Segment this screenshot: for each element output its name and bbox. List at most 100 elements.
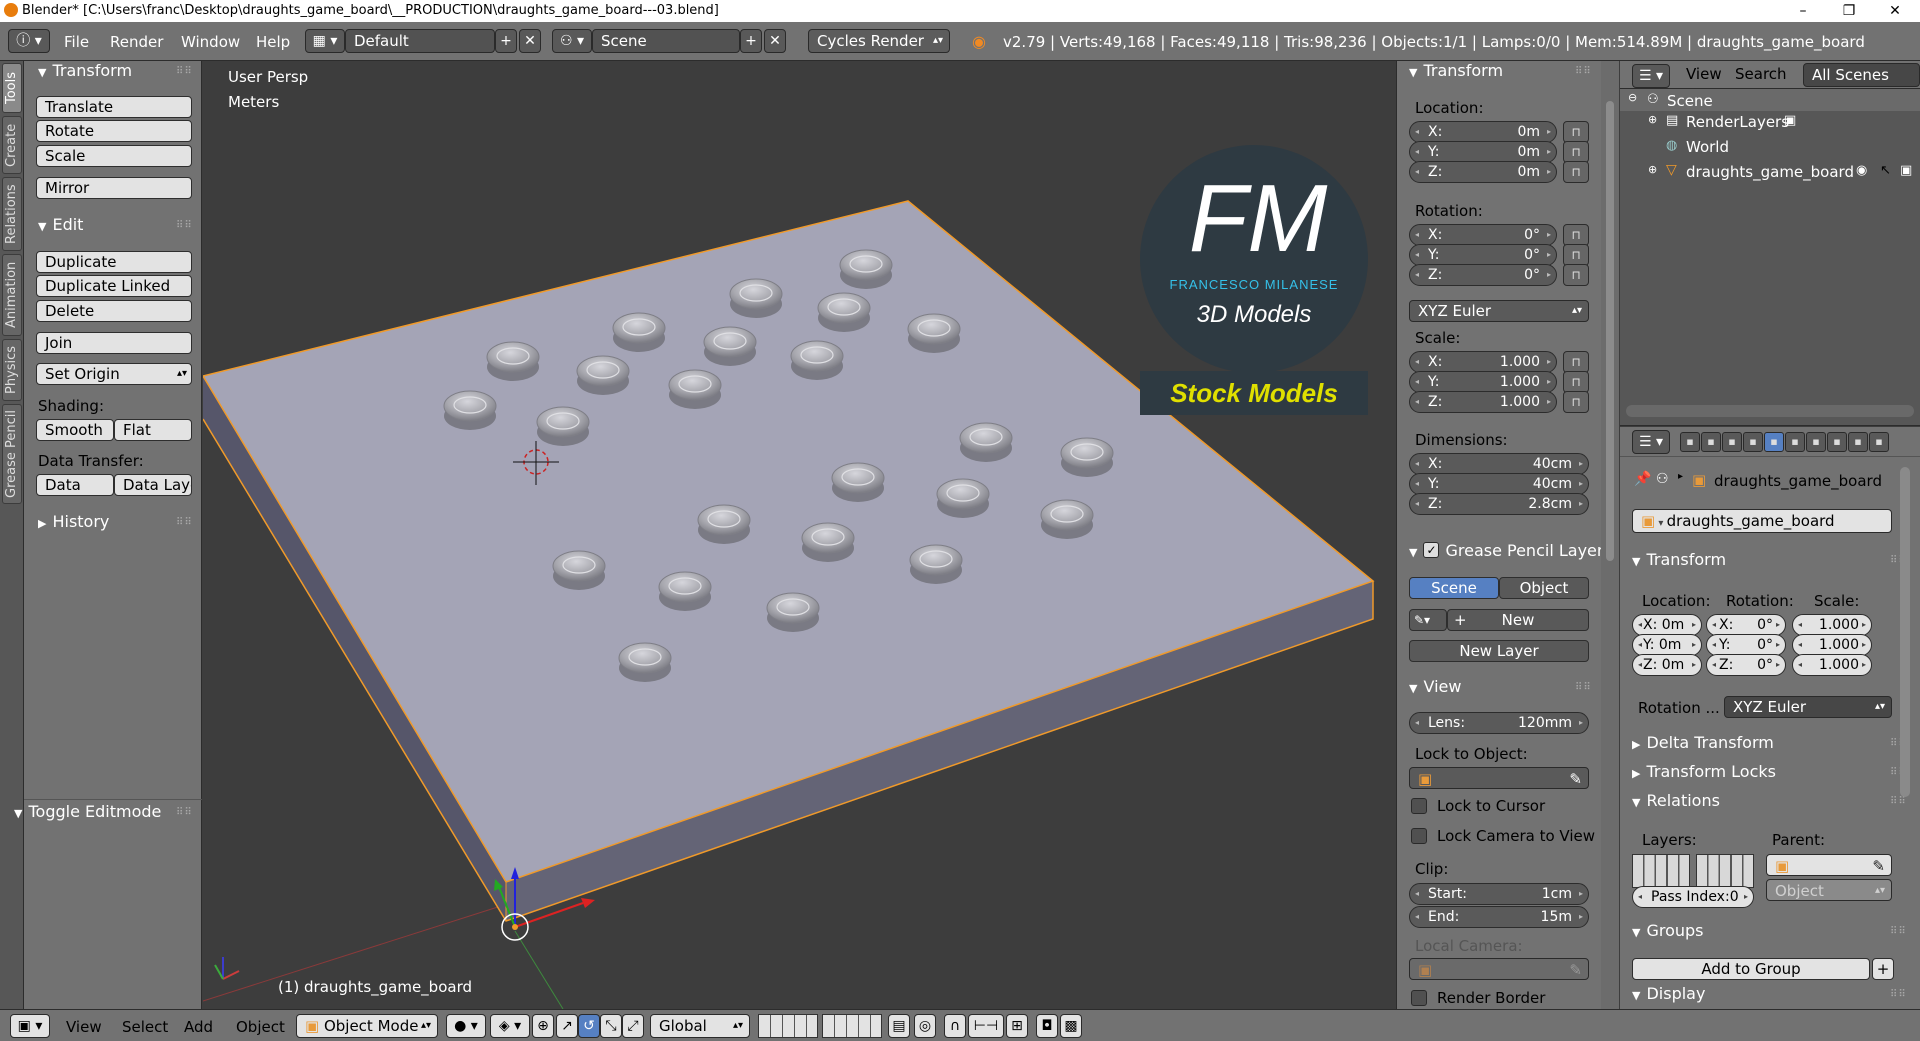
rotate-button[interactable]: Rotate [36,120,192,142]
layer-buttons-a[interactable] [758,1014,818,1038]
lock-icon[interactable]: ⊓ [1563,244,1589,266]
translate-button[interactable]: Translate [36,96,192,118]
add-scene-icon[interactable]: + [740,29,762,53]
lock-icon[interactable]: ⊓ [1563,121,1589,143]
scale-0-field[interactable]: ◂ X: 1.000 ▸ [1409,351,1557,373]
outliner-item-world[interactable]: World [1686,138,1729,156]
pass-index-field[interactable]: ◂ Pass Index:0 ▸ [1632,886,1754,908]
new-layer-button[interactable]: New Layer [1409,640,1589,662]
minimize-button[interactable]: – [1780,0,1826,22]
scale-1-field[interactable]: ◂ Y: 1.000 ▸ [1409,371,1557,393]
history-panel-header[interactable]: ▶ History [38,512,109,531]
world-tab-icon[interactable]: ▪ [1743,432,1763,452]
smooth-button[interactable]: Smooth [36,419,114,441]
local-camera-field[interactable]: ▣ ✎ [1409,958,1589,980]
opengl-anim-icon[interactable]: ▩ [1060,1014,1082,1038]
parent-type-select[interactable]: Object ▴▾ [1766,879,1892,901]
menu-render[interactable]: Render [110,33,163,51]
panel-grip-icon[interactable]: ⠿⠿ [1575,66,1592,77]
panel-grip-icon[interactable]: ⠿⠿ [1890,989,1907,1000]
panel-grip-icon[interactable]: ⠿⠿ [176,807,193,818]
render-layers-tab-icon[interactable]: ▪ [1701,432,1721,452]
transform-panel-header[interactable]: ▼ Transform [38,61,132,80]
expand-icon[interactable]: ⊕ [1648,163,1657,176]
outliner-view-menu[interactable]: View [1686,65,1722,83]
editor-type-icon[interactable]: ⓘ ▾ [8,29,50,53]
rotation-mode-select[interactable]: XYZ Euler ▴▾ [1409,300,1589,322]
close-button[interactable]: ✕ [1872,0,1918,22]
outliner-search-menu[interactable]: Search [1735,65,1787,83]
scene-field[interactable]: Scene [592,29,740,53]
remove-layout-icon[interactable]: ✕ [519,29,541,53]
add-layout-icon[interactable]: + [495,29,517,53]
clip-end-field[interactable]: ◂ End: 15m ▸ [1409,906,1589,928]
props-location-2[interactable]: ◂ Z: 0m ▸ [1632,654,1702,676]
panel-grip-icon[interactable]: ⠿⠿ [176,517,193,528]
grease-object-button[interactable]: Object [1499,577,1589,599]
lock-icon[interactable]: ⊓ [1563,224,1589,246]
n-transform-header[interactable]: ▼ Transform [1409,61,1503,80]
props-scale-1[interactable]: ◂ 1.000 ▸ [1792,634,1872,656]
proportional-edit-icon[interactable]: ◎ [914,1014,936,1038]
props-rotation-0[interactable]: ◂ X: 0° ▸ [1706,614,1786,636]
lock-object-field[interactable]: ▣ ✎ [1409,767,1589,789]
manipulator-toggle-icon[interactable]: ⊕ [532,1014,554,1038]
transform-locks-header[interactable]: ▶ Transform Locks [1632,762,1776,781]
layer-buttons-b[interactable] [822,1014,882,1038]
scene-tab-icon[interactable]: ▪ [1722,432,1742,452]
menu-view[interactable]: View [66,1018,102,1036]
viewport-shading-icon[interactable]: ● ▾ [446,1014,486,1038]
scale-button[interactable]: Scale [36,145,192,167]
set-origin-select[interactable]: Set Origin ▴▾ [36,363,192,385]
props-scale-2[interactable]: ◂ 1.000 ▸ [1792,654,1872,676]
dimension-2-field[interactable]: ◂ Z: 2.8cm ▸ [1409,493,1589,515]
dimension-1-field[interactable]: ◂ Y: 40cm ▸ [1409,473,1589,495]
relations-header[interactable]: ▼ Relations [1632,791,1720,810]
lock-camera-checkbox[interactable] [1411,828,1427,844]
eye-icon[interactable]: ◉ [1856,163,1867,178]
opengl-render-icon[interactable]: ◘ [1036,1014,1058,1038]
panel-grip-icon[interactable]: ⠿⠿ [1575,682,1592,693]
mode-select[interactable]: ▣ Object Mode ▴▾ [296,1014,438,1038]
props-rotation-mode-select[interactable]: XYZ Euler ▴▾ [1724,696,1892,718]
grease-pencil-header[interactable]: ▼ ✓ Grease Pencil Layer [1409,541,1603,560]
groups-header[interactable]: ▼ Groups [1632,921,1704,940]
props-location-1[interactable]: ◂ Y: 0m ▸ [1632,634,1702,656]
expand-icon[interactable]: ⊕ [1648,113,1657,126]
transform-manipulator-icon[interactable]: ⤢ [622,1014,644,1038]
rotation-1-field[interactable]: ◂ Y: 0° ▸ [1409,244,1557,266]
scale-manipulator-icon[interactable]: ⤡ [600,1014,622,1038]
pencil-icon[interactable]: ✎▾ [1409,609,1447,631]
orientation-select[interactable]: Global ▴▾ [650,1014,750,1038]
outliner-item-renderlayers[interactable]: RenderLayers [1686,113,1789,131]
tab-tools[interactable]: Tools [2,63,22,113]
toggle-editmode-header[interactable]: ▼ Toggle Editmode [14,802,161,821]
constraints-tab-icon[interactable]: ▪ [1785,432,1805,452]
texture-tab-icon[interactable]: ▪ [1869,432,1889,452]
cursor-select-icon[interactable]: ↖ [1880,163,1891,178]
grease-scene-button[interactable]: Scene [1409,577,1499,599]
new-gpencil-button[interactable]: + New [1447,609,1589,631]
screen-layout-field[interactable]: Default [345,29,495,53]
outliner-editor-icon[interactable]: ☰ ▾ [1632,64,1670,88]
pin-icon[interactable]: 📌 [1634,471,1651,487]
expand-icon[interactable]: ⊖ [1628,91,1637,104]
tab-physics[interactable]: Physics [2,339,22,401]
props-scale-0[interactable]: ◂ 1.000 ▸ [1792,614,1872,636]
scale-2-field[interactable]: ◂ Z: 1.000 ▸ [1409,391,1557,413]
render-engine-select[interactable]: Cycles Render ▴▾ [808,29,950,53]
menu-object[interactable]: Object [236,1018,285,1036]
location-1-field[interactable]: ◂ Y: 0m ▸ [1409,141,1557,163]
menu-file[interactable]: File [64,33,89,51]
props-rotation-2[interactable]: ◂ Z: 0° ▸ [1706,654,1786,676]
add-group-icon[interactable]: + [1872,958,1894,980]
modifiers-tab-icon[interactable]: ▪ [1806,432,1826,452]
snap-target-icon[interactable]: ⊞ [1006,1014,1028,1038]
menu-select[interactable]: Select [122,1018,168,1036]
data-tab-icon[interactable]: ▪ [1827,432,1847,452]
render-layers-vis-icon[interactable]: ▣ [1784,113,1796,128]
remove-scene-icon[interactable]: ✕ [764,29,786,53]
tab-relations[interactable]: Relations [2,177,22,251]
tab-grease-pencil[interactable]: Grease Pencil [2,404,22,504]
outliner-item-scene[interactable]: Scene [1667,92,1713,110]
